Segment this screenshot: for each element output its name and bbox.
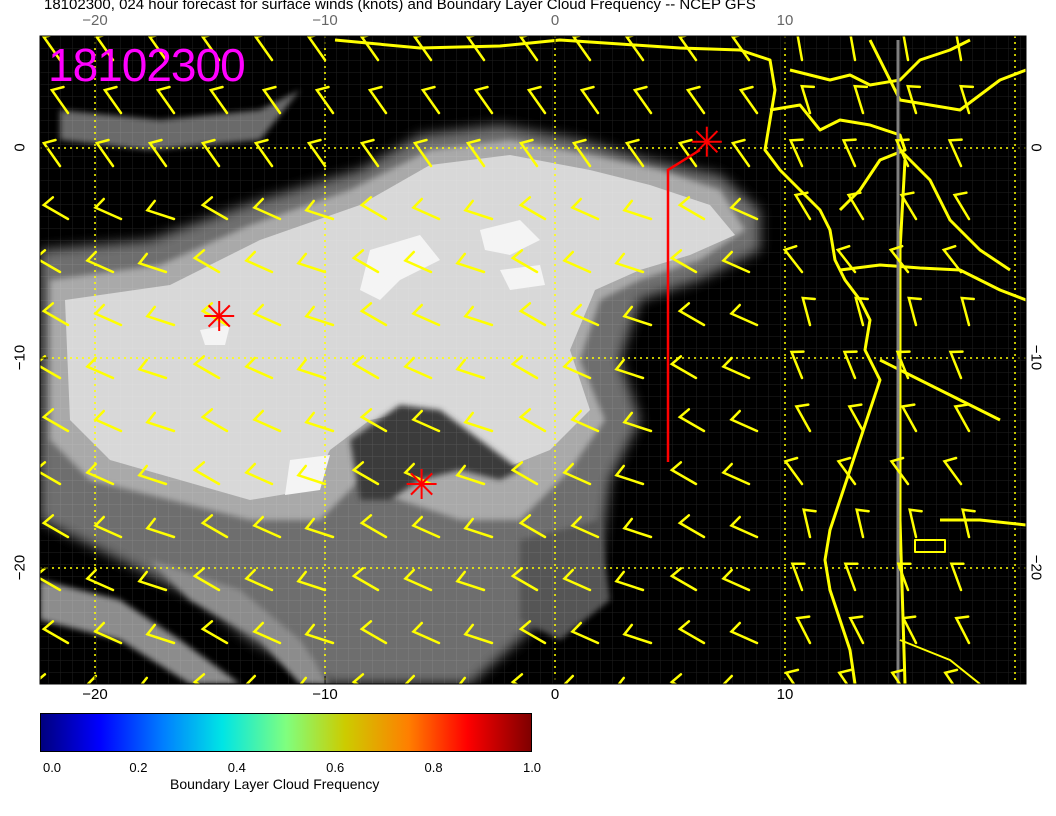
lat-tick-label-left: −20	[11, 554, 29, 581]
lat-tick-label-right: −20	[1027, 554, 1045, 581]
red-star-marker	[406, 469, 437, 499]
map-canvas	[39, 35, 1027, 685]
lon-tick-label-bottom: −10	[312, 686, 338, 703]
lat-tick-label-right: 0	[1027, 143, 1045, 152]
colorbar-tick-label: 0.2	[129, 760, 148, 775]
colorbar-tick-label: 1.0	[522, 760, 542, 775]
colorbar-tick-label: 0.6	[326, 760, 345, 775]
forecast-time-stamp: 18102300	[48, 39, 246, 91]
lon-tick-label-top: 10	[776, 12, 794, 29]
red-star-marker	[691, 126, 722, 157]
red-star-marker	[204, 301, 235, 331]
lat-tick-label-left: −10	[11, 344, 29, 371]
colorbar-tick-label: 0.4	[227, 760, 246, 775]
colorbar-tick-label: 0.0	[42, 760, 62, 775]
lon-tick-label-bottom: 0	[550, 686, 560, 703]
colorbar-label: Boundary Layer Cloud Frequency	[170, 776, 380, 792]
lon-tick-label-top: 0	[550, 12, 560, 29]
colorbar-tick-label: 0.8	[424, 760, 443, 775]
lon-tick-label-bottom: −20	[82, 686, 108, 703]
lon-tick-label-top: −20	[82, 12, 108, 29]
lon-tick-label-top: −10	[312, 12, 338, 29]
colorbar	[40, 713, 532, 752]
lon-tick-label-bottom: 10	[776, 686, 794, 703]
lat-tick-label-left: 0	[11, 143, 29, 152]
lat-tick-label-right: −10	[1027, 344, 1045, 371]
